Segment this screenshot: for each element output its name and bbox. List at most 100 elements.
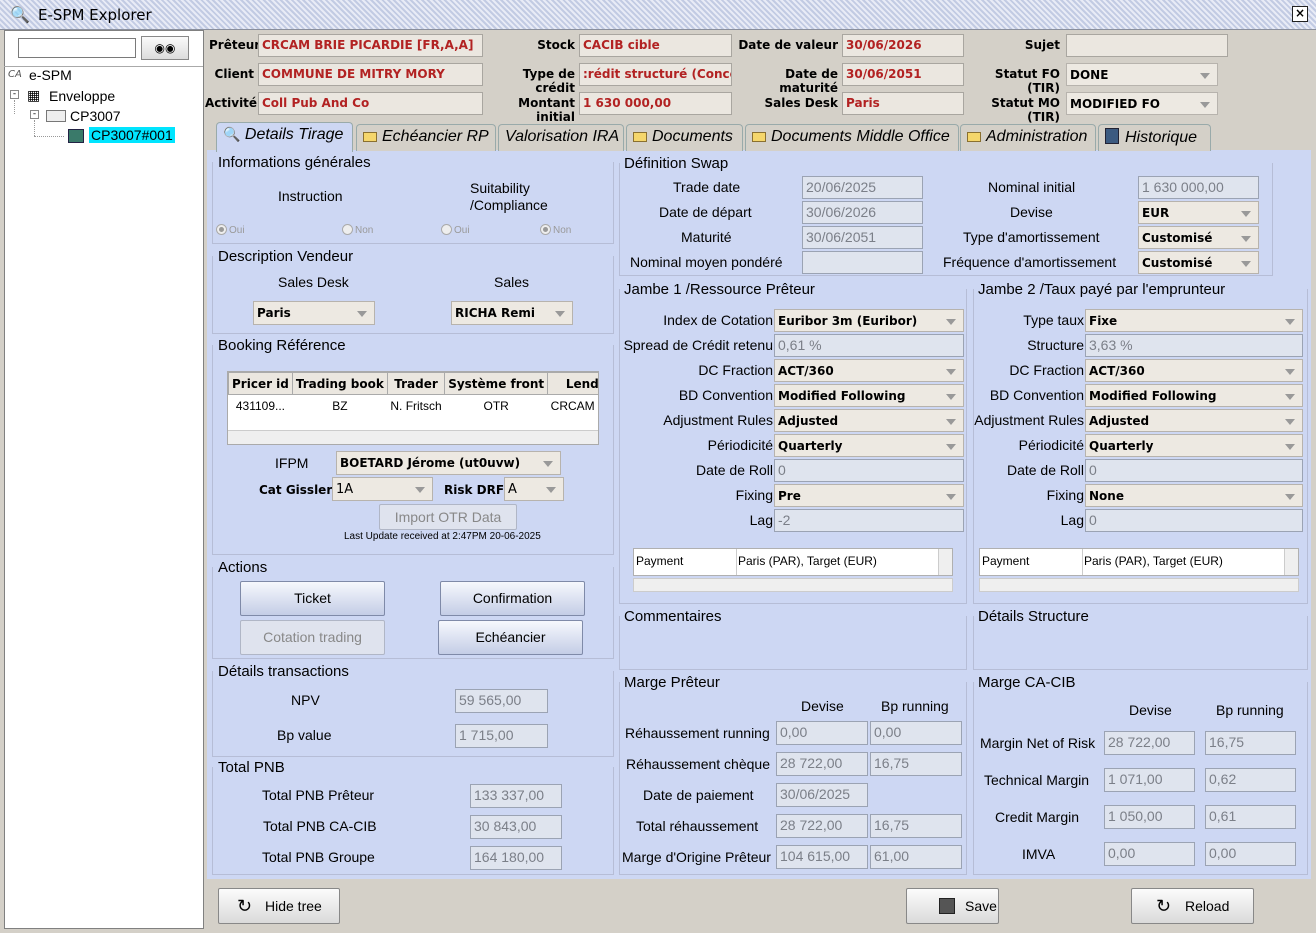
devise-select[interactable]: EUR [1138,201,1259,224]
total-pnb-preteur-field[interactable]: 133 337,00 [470,784,562,808]
close-icon[interactable]: × [1292,6,1308,22]
tree-search-input[interactable] [18,38,136,58]
tree-node-cp3007-001[interactable]: CP3007#001 [89,127,175,143]
maturite-field[interactable]: 30/06/2051 [802,226,923,249]
tab-valorisation-ira[interactable]: Valorisation IRA [498,124,624,151]
collapse-icon[interactable]: - [30,110,39,119]
reload-button[interactable]: ↻ Reload [1131,888,1254,924]
suitability-oui-radio[interactable]: Oui [441,224,470,236]
date-paiement-field[interactable]: 30/06/2025 [776,783,868,807]
type-credit-field[interactable]: :rédit structuré (Concerto) [579,63,732,86]
technical-margin-bp-field[interactable]: 0,62 [1205,768,1296,792]
jambe1-spread-field[interactable]: 0,61 % [774,334,964,357]
jambe2-fix-select[interactable]: None [1085,484,1303,507]
date-valeur-field[interactable]: 30/06/2026 [842,34,964,57]
jambe1-adj-select[interactable]: Adjusted [774,409,964,432]
binoculars-search-button[interactable]: ◉◉ [141,36,189,60]
jambe2-struct-field[interactable]: 3,63 % [1085,334,1303,357]
montant-field[interactable]: 1 630 000,00 [579,92,732,115]
commentaires-textarea[interactable] [622,629,964,667]
tree-root-espm[interactable]: e-SPM [29,67,72,83]
jambe2-dc-select[interactable]: ACT/360 [1085,359,1303,382]
sales-select[interactable]: RICHA Remi [451,301,573,325]
margin-net-risk-bp-field[interactable]: 16,75 [1205,731,1296,755]
risk-drf-select[interactable]: A [504,477,564,501]
total-rehaussement-devise-field[interactable]: 28 722,00 [776,814,868,838]
sales-desk-select[interactable]: Paris [253,301,375,325]
nominal-initial-field[interactable]: 1 630 000,00 [1138,176,1259,199]
vertical-scrollbar[interactable] [1284,549,1298,575]
stock-field[interactable]: CACIB cible [579,34,732,57]
vertical-scrollbar[interactable] [938,549,952,575]
cat-gissler-select[interactable]: 1A [332,477,433,501]
horizontal-scrollbar[interactable] [979,578,1299,592]
tab-details-tirage[interactable]: 🔍 Details Tirage [216,122,353,152]
imva-bp-field[interactable]: 0,00 [1205,842,1296,866]
technical-margin-devise-field[interactable]: 1 071,00 [1104,768,1195,792]
col-header[interactable]: Pricer id [228,372,293,395]
trade-date-field[interactable]: 20/06/2025 [802,176,923,199]
rehaussement-running-bp-field[interactable]: 0,00 [870,721,962,745]
tab-historique[interactable]: Historique [1098,124,1211,151]
tab-documents-middle-office[interactable]: Documents Middle Office [745,124,959,151]
jambe1-per-select[interactable]: Quarterly [774,434,964,457]
margin-net-risk-devise-field[interactable]: 28 722,00 [1104,731,1195,755]
date-maturite-field[interactable]: 30/06/2051 [842,63,964,86]
tree-node-enveloppe[interactable]: Enveloppe [49,88,115,104]
rehaussement-cheque-devise-field[interactable]: 28 722,00 [776,752,868,776]
sales-desk-field[interactable]: Paris [842,92,964,115]
suitability-non-radio[interactable]: Non [540,224,571,236]
jambe1-roll-field[interactable]: 0 [774,459,964,482]
col-header[interactable]: Lender [547,372,598,395]
total-pnb-cacib-field[interactable]: 30 843,00 [470,815,562,839]
credit-margin-bp-field[interactable]: 0,61 [1205,805,1296,829]
marge-origine-devise-field[interactable]: 104 615,00 [776,845,868,869]
jambe2-bd-select[interactable]: Modified Following [1085,384,1303,407]
jambe2-lag-field[interactable]: 0 [1085,509,1303,532]
jambe2-per-select[interactable]: Quarterly [1085,434,1303,457]
tab-echeancier-rp[interactable]: Echéancier RP [356,124,496,151]
col-header[interactable]: Trading book [291,372,388,395]
jambe1-dc-select[interactable]: ACT/360 [774,359,964,382]
nominal-pondere-field[interactable] [802,251,923,274]
jambe1-fix-select[interactable]: Pre [774,484,964,507]
col-header[interactable]: Trader [386,372,446,395]
jambe2-adj-select[interactable]: Adjusted [1085,409,1303,432]
npv-field[interactable]: 59 565,00 [455,689,548,713]
sujet-field[interactable] [1066,34,1228,57]
import-otr-data-button[interactable]: Import OTR Data [379,504,517,530]
activite-field[interactable]: Coll Pub And Co [258,92,483,115]
jambe2-type-select[interactable]: Fixe [1085,309,1303,332]
marge-origine-bp-field[interactable]: 61,00 [870,845,962,869]
type-amortissement-select[interactable]: Customisé [1138,226,1259,249]
horizontal-scrollbar[interactable] [228,430,598,444]
rehaussement-running-devise-field[interactable]: 0,00 [776,721,868,745]
jambe1-lag-field[interactable]: -2 [774,509,964,532]
jambe2-roll-field[interactable]: 0 [1085,459,1303,482]
tab-documents[interactable]: Documents [626,124,743,151]
bp-value-field[interactable]: 1 715,00 [455,724,548,748]
collapse-icon[interactable]: - [10,90,19,99]
cotation-trading-button[interactable]: Cotation trading [240,620,385,655]
instruction-oui-radio[interactable]: Oui [216,224,245,236]
total-rehaussement-bp-field[interactable]: 16,75 [870,814,962,838]
confirmation-button[interactable]: Confirmation [440,581,585,616]
imva-devise-field[interactable]: 0,00 [1104,842,1195,866]
col-header[interactable]: Système front [444,372,549,395]
instruction-non-radio[interactable]: Non [342,224,373,236]
payment-value[interactable]: Paris (PAR), Target (EUR) [738,554,877,568]
statut-fo-select[interactable]: DONE [1066,63,1218,86]
ifpm-select[interactable]: BOETARD Jérome (ut0uvw) [336,451,561,475]
preteur-field[interactable]: CRCAM BRIE PICARDIE [FR,A,A] [258,34,483,57]
rehaussement-cheque-bp-field[interactable]: 16,75 [870,752,962,776]
payment-value[interactable]: Paris (PAR), Target (EUR) [1084,554,1223,568]
credit-margin-devise-field[interactable]: 1 050,00 [1104,805,1195,829]
tab-administration[interactable]: Administration [960,124,1096,151]
echeancier-button[interactable]: Echéancier [438,620,583,655]
date-depart-field[interactable]: 30/06/2026 [802,201,923,224]
save-button[interactable]: Save [906,888,999,924]
table-row[interactable]: 431109...BZN. FritschOTRCRCAM BRI... [228,394,598,417]
horizontal-scrollbar[interactable] [633,578,953,592]
total-pnb-groupe-field[interactable]: 164 180,00 [470,846,562,870]
statut-mo-select[interactable]: MODIFIED FO [1066,92,1218,115]
